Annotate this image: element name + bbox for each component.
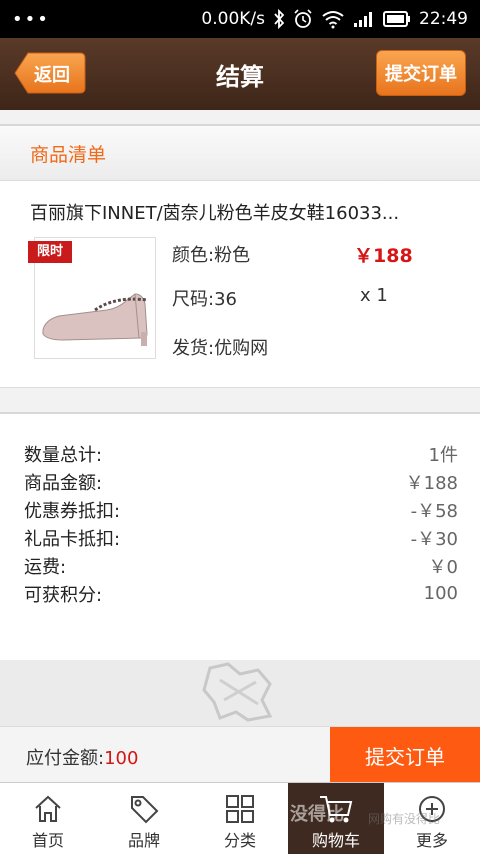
watermark-text: 没得比 [290,804,344,825]
title-bar: 返回 结算 提交订单 [0,38,480,110]
back-button[interactable]: 返回 [14,52,86,94]
tab-label: 更多 [415,831,448,850]
summary-label: 运费: [24,556,67,578]
summary-label: 优惠券抵扣: [24,500,121,522]
network-speed: 0.00K/s [201,9,265,29]
summary-label: 可获积分: [24,584,103,606]
watermark-subtext: 网购有没得比 [368,812,441,826]
summary-row: 礼品卡抵扣: -￥30 [24,524,458,551]
payment-bar: 应付金额:100 提交订单 [0,726,480,783]
summary-value: 100 [423,583,458,604]
battery-icon [383,11,410,27]
notification-dots-icon: ••• [12,8,50,30]
tab-category[interactable]: 分类 [192,783,288,854]
product-size: 尺码:36 [172,289,237,310]
bluetooth-icon [274,9,285,29]
alarm-icon [294,9,312,28]
product-list-title: 商品清单 [30,143,107,166]
submit-order-button[interactable]: 提交订单 [330,727,480,783]
page-title: 结算 [216,62,264,91]
summary-value: 1件 [428,444,458,466]
limited-time-badge: 限时 [28,241,72,263]
order-summary: 数量总计: 1件 商品金额: ￥188 优惠券抵扣: -￥58 礼品卡抵扣: -… [0,412,480,660]
tab-brand[interactable]: 品牌 [96,783,192,854]
tab-label: 首页 [31,831,64,850]
product-item[interactable]: 百丽旗下INNET/茵奈儿粉色羊皮女鞋16033... 限时 颜色:粉色 尺码:… [0,180,480,388]
tab-label: 品牌 [127,831,160,850]
status-bar: ••• 0.00K/s 22:49 [0,0,480,38]
summary-label: 礼品卡抵扣: [24,528,121,550]
summary-row: 商品金额: ￥188 [24,468,458,495]
home-icon [35,795,61,822]
summary-row: 运费: ￥0 [24,552,458,579]
tag-icon [131,796,159,824]
tab-home[interactable]: 首页 [0,783,96,854]
product-list-header: 商品清单 [0,124,480,180]
watermark-stamp-icon [202,662,273,722]
summary-value: -￥30 [410,528,458,550]
signal-icon [354,12,372,27]
back-label: 返回 [34,65,70,86]
summary-row: 数量总计: 1件 [24,440,458,467]
summary-row: 可获积分: 100 [24,580,458,607]
summary-value: ￥0 [428,556,458,578]
payable-label: 应付金额: [26,748,105,769]
payable-value: 100 [104,748,139,769]
clock: 22:49 [419,9,468,29]
product-name: 百丽旗下INNET/茵奈儿粉色羊皮女鞋16033... [30,203,400,224]
tab-label: 分类 [223,831,256,850]
summary-label: 商品金额: [24,472,103,494]
summary-value: -￥58 [410,500,458,522]
submit-order-top-button[interactable]: 提交订单 [376,50,466,96]
grid-icon [226,795,254,823]
product-quantity: x 1 [360,285,388,306]
summary-row: 优惠券抵扣: -￥58 [24,496,458,523]
summary-label: 数量总计: [24,444,103,466]
summary-value: ￥188 [405,472,458,494]
product-color: 颜色:粉色 [172,245,251,266]
tab-label: 购物车 [311,831,360,850]
product-price: ￥188 [354,245,413,267]
wifi-icon [322,11,344,29]
payable-amount: 应付金额:100 [26,744,138,770]
watermark-area [0,660,480,726]
product-shipping: 发货:优购网 [172,338,269,359]
